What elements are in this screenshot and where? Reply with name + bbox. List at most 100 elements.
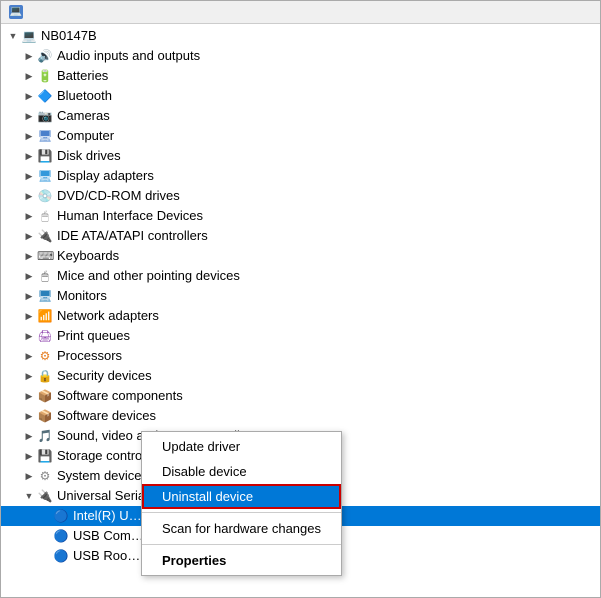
tree-icon-root: 💻 bbox=[21, 28, 37, 44]
context-menu-item-properties[interactable]: Properties bbox=[142, 548, 341, 573]
tree-arrow-mice[interactable] bbox=[21, 268, 37, 284]
tree-arrow-softdev[interactable] bbox=[21, 408, 37, 424]
tree-arrow-usb[interactable] bbox=[21, 488, 37, 504]
tree-arrow-usb-com[interactable] bbox=[37, 528, 53, 544]
tree-icon-softcomp: 📦 bbox=[37, 388, 53, 404]
tree-label-security: Security devices bbox=[57, 366, 152, 386]
tree-arrow-security[interactable] bbox=[21, 368, 37, 384]
tree-arrow-intel-usb[interactable] bbox=[37, 508, 53, 524]
tree-icon-print: 🖨 bbox=[37, 328, 53, 344]
tree-icon-storage: 💾 bbox=[37, 448, 53, 464]
tree-icon-sound: 🎵 bbox=[37, 428, 53, 444]
tree-arrow-print[interactable] bbox=[21, 328, 37, 344]
tree-label-cameras: Cameras bbox=[57, 106, 110, 126]
tree-arrow-processors[interactable] bbox=[21, 348, 37, 364]
tree-arrow-monitors[interactable] bbox=[21, 288, 37, 304]
context-menu-item-update[interactable]: Update driver bbox=[142, 434, 341, 459]
tree-item-batteries[interactable]: 🔋Batteries bbox=[1, 66, 600, 86]
tree-icon-usb-com: 🔵 bbox=[53, 528, 69, 544]
tree-label-monitors: Monitors bbox=[57, 286, 107, 306]
tree-item-ide[interactable]: 🔌IDE ATA/ATAPI controllers bbox=[1, 226, 600, 246]
context-menu-item-scan[interactable]: Scan for hardware changes bbox=[142, 516, 341, 541]
tree-label-hid: Human Interface Devices bbox=[57, 206, 203, 226]
tree-label-computer: Computer bbox=[57, 126, 114, 146]
tree-icon-bluetooth: 🔷 bbox=[37, 88, 53, 104]
tree-arrow-network[interactable] bbox=[21, 308, 37, 324]
tree-label-softdev: Software devices bbox=[57, 406, 156, 426]
tree-label-display: Display adapters bbox=[57, 166, 154, 186]
tree-arrow-disk[interactable] bbox=[21, 148, 37, 164]
tree-arrow-cameras[interactable] bbox=[21, 108, 37, 124]
tree-item-softcomp[interactable]: 📦Software components bbox=[1, 386, 600, 406]
tree-label-intel-usb: Intel(R) U… bbox=[73, 506, 142, 526]
tree-label-keyboards: Keyboards bbox=[57, 246, 119, 266]
tree-icon-batteries: 🔋 bbox=[37, 68, 53, 84]
tree-arrow-root[interactable] bbox=[5, 28, 21, 44]
tree-arrow-storage[interactable] bbox=[21, 448, 37, 464]
tree-icon-hid: 🖱 bbox=[37, 208, 53, 224]
tree-label-processors: Processors bbox=[57, 346, 122, 366]
tree-icon-ide: 🔌 bbox=[37, 228, 53, 244]
tree-label-dvd: DVD/CD-ROM drives bbox=[57, 186, 180, 206]
tree-arrow-systemdev[interactable] bbox=[21, 468, 37, 484]
tree-arrow-dvd[interactable] bbox=[21, 188, 37, 204]
tree-item-bluetooth[interactable]: 🔷Bluetooth bbox=[1, 86, 600, 106]
tree-arrow-softcomp[interactable] bbox=[21, 388, 37, 404]
tree-item-softdev[interactable]: 📦Software devices bbox=[1, 406, 600, 426]
tree-item-print[interactable]: 🖨Print queues bbox=[1, 326, 600, 346]
tree-label-mice: Mice and other pointing devices bbox=[57, 266, 240, 286]
context-menu: Update driverDisable deviceUninstall dev… bbox=[141, 431, 342, 576]
tree-item-dvd[interactable]: 💿DVD/CD-ROM drives bbox=[1, 186, 600, 206]
tree-arrow-computer[interactable] bbox=[21, 128, 37, 144]
tree-icon-disk: 💾 bbox=[37, 148, 53, 164]
tree-item-audio[interactable]: 🔊Audio inputs and outputs bbox=[1, 46, 600, 66]
tree-arrow-sound[interactable] bbox=[21, 428, 37, 444]
tree-item-root[interactable]: 💻NB0147B bbox=[1, 26, 600, 46]
tree-item-display[interactable]: 🖥Display adapters bbox=[1, 166, 600, 186]
tree-label-print: Print queues bbox=[57, 326, 130, 346]
tree-icon-mice: 🖱 bbox=[37, 268, 53, 284]
context-menu-separator bbox=[142, 544, 341, 545]
tree-icon-network: 📶 bbox=[37, 308, 53, 324]
context-menu-item-uninstall[interactable]: Uninstall device bbox=[142, 484, 341, 509]
tree-icon-usb-root: 🔵 bbox=[53, 548, 69, 564]
tree-arrow-display[interactable] bbox=[21, 168, 37, 184]
context-menu-separator bbox=[142, 512, 341, 513]
tree-arrow-usb-root[interactable] bbox=[37, 548, 53, 564]
tree-label-softcomp: Software components bbox=[57, 386, 183, 406]
tree-item-disk[interactable]: 💾Disk drives bbox=[1, 146, 600, 166]
tree-label-audio: Audio inputs and outputs bbox=[57, 46, 200, 66]
tree-arrow-keyboards[interactable] bbox=[21, 248, 37, 264]
tree-arrow-bluetooth[interactable] bbox=[21, 88, 37, 104]
tree-label-batteries: Batteries bbox=[57, 66, 108, 86]
tree-icon-dvd: 💿 bbox=[37, 188, 53, 204]
tree-arrow-audio[interactable] bbox=[21, 48, 37, 64]
tree-label-disk: Disk drives bbox=[57, 146, 121, 166]
tree-arrow-ide[interactable] bbox=[21, 228, 37, 244]
tree-icon-display: 🖥 bbox=[37, 168, 53, 184]
tree-item-network[interactable]: 📶Network adapters bbox=[1, 306, 600, 326]
tree-item-computer[interactable]: 🖥Computer bbox=[1, 126, 600, 146]
tree-icon-systemdev: ⚙ bbox=[37, 468, 53, 484]
tree-label-root: NB0147B bbox=[41, 26, 97, 46]
tree-label-systemdev: System devices bbox=[57, 466, 148, 486]
tree-item-keyboards[interactable]: ⌨Keyboards bbox=[1, 246, 600, 266]
tree-item-processors[interactable]: ⚙Processors bbox=[1, 346, 600, 366]
tree-arrow-hid[interactable] bbox=[21, 208, 37, 224]
tree-icon-audio: 🔊 bbox=[37, 48, 53, 64]
device-manager-window: 💻 💻NB0147B🔊Audio inputs and outputs🔋Batt… bbox=[0, 0, 601, 598]
tree-item-monitors[interactable]: 🖥Monitors bbox=[1, 286, 600, 306]
tree-item-cameras[interactable]: 📷Cameras bbox=[1, 106, 600, 126]
tree-item-security[interactable]: 🔒Security devices bbox=[1, 366, 600, 386]
title-bar-icon: 💻 bbox=[9, 5, 23, 19]
tree-icon-security: 🔒 bbox=[37, 368, 53, 384]
tree-item-mice[interactable]: 🖱Mice and other pointing devices bbox=[1, 266, 600, 286]
tree-arrow-batteries[interactable] bbox=[21, 68, 37, 84]
tree-icon-softdev: 📦 bbox=[37, 408, 53, 424]
tree-icon-usb: 🔌 bbox=[37, 488, 53, 504]
tree-icon-intel-usb: 🔵 bbox=[53, 508, 69, 524]
context-menu-item-disable[interactable]: Disable device bbox=[142, 459, 341, 484]
tree-icon-processors: ⚙ bbox=[37, 348, 53, 364]
tree-item-hid[interactable]: 🖱Human Interface Devices bbox=[1, 206, 600, 226]
tree-icon-monitors: 🖥 bbox=[37, 288, 53, 304]
